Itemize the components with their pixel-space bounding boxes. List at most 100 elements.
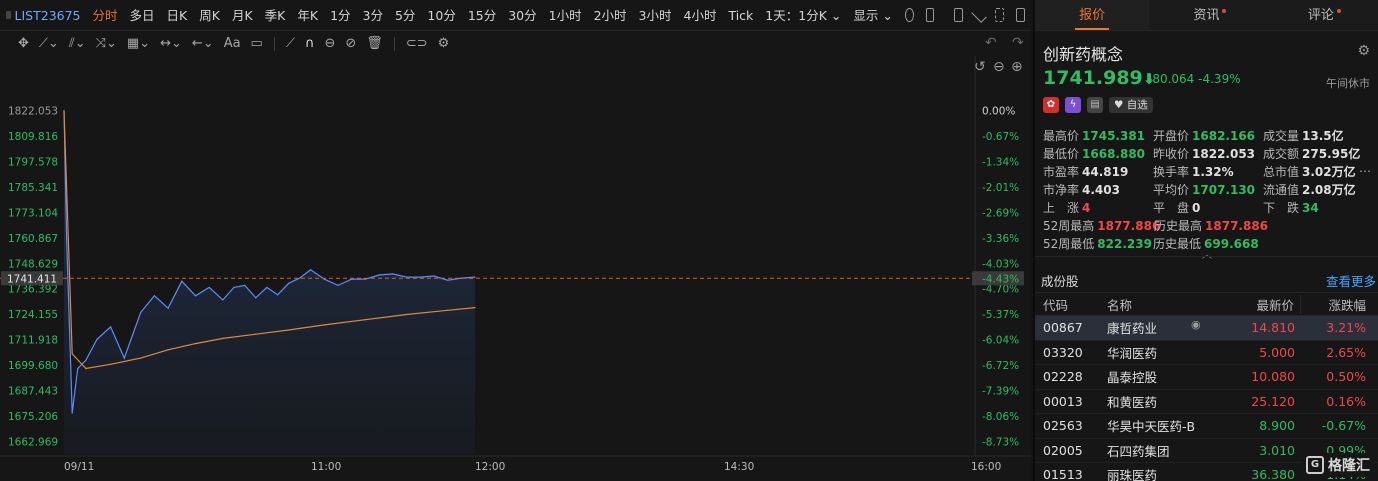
watchlist-button[interactable]: ♥ 自选 <box>1109 97 1153 113</box>
visibility-tool-icon[interactable]: ⊖ <box>324 36 335 51</box>
drawing-toolbar: ✥ ⟋⌄ ⫽⌄ ⤨⌄ ▦⌄ ↔⌄ ←⌄ Aa ▭ ⟋ ∩ ⊖ ⊘ 🗑 ⊂⊃ ⚙ <box>0 31 1031 56</box>
period-tab[interactable]: 1小时 <box>543 0 588 31</box>
link-tool-icon[interactable]: ⊂⊃ <box>406 36 428 51</box>
panel-tabs: 报价 资讯 评论 <box>1035 0 1378 31</box>
pencil-icon[interactable] <box>971 7 988 23</box>
table-row[interactable]: 02228 晶泰控股 10.080 0.50% <box>1035 365 1378 390</box>
period-tab[interactable]: 15分 <box>462 0 502 31</box>
row-price: 10.080 <box>1251 369 1295 385</box>
stat-cell <box>1263 235 1373 253</box>
range-tool-icon[interactable]: ↔⌄ <box>160 36 182 51</box>
row-name-text: 和黄医药 <box>1107 394 1158 410</box>
symbol-icon <box>6 11 11 19</box>
channel-tool-icon[interactable]: ⫽⌄ <box>69 36 86 51</box>
row-price: 36.380 <box>1251 467 1295 481</box>
price-point <box>96 338 98 340</box>
stat-key: 平 盘 <box>1153 201 1190 215</box>
stat-cell: 市净率 4.403 <box>1043 181 1153 199</box>
period-tab[interactable]: Tick <box>722 0 759 31</box>
period-tab[interactable]: 5分 <box>389 0 421 31</box>
period-tab[interactable]: 4小时 <box>678 0 723 31</box>
fib-tool-icon[interactable]: ⤨⌄ <box>96 36 117 51</box>
line-tool-icon[interactable]: ⟋⌄ <box>39 36 59 51</box>
period-tab[interactable]: 季K <box>259 0 292 31</box>
tab-1[interactable]: 资讯 <box>1149 0 1264 30</box>
stats-row: 市净率 4.403 平均价 1707.130 流通值 2.08万亿 <box>1043 181 1373 199</box>
y-tick-label: 1797.578 <box>8 157 58 169</box>
table-row[interactable]: 00867 康哲药业 ◉ 14.810 3.21% <box>1035 316 1378 341</box>
column-header[interactable]: 最新价 <box>1209 294 1301 314</box>
fullscreen-icon[interactable] <box>995 8 1005 22</box>
lightning-icon[interactable]: ϟ <box>1065 97 1081 113</box>
row-code: 02563 <box>1043 418 1083 434</box>
eye-icon[interactable]: ◉ <box>1191 318 1201 331</box>
stat-cell: 下 跌 34 <box>1263 199 1373 217</box>
table-row[interactable]: 03320 华润医药 5.000 2.65% <box>1035 341 1378 365</box>
period-tab[interactable]: 年K <box>291 0 324 31</box>
stat-value: 1668.880 <box>1082 147 1146 161</box>
avg-point <box>109 363 112 365</box>
period-tab[interactable]: 1分 <box>324 0 356 31</box>
comment-tool-icon[interactable]: ▭ <box>251 36 263 51</box>
period-tab[interactable]: 多日 <box>124 0 161 31</box>
change-pct: -4.39% <box>1198 72 1241 86</box>
period-tab[interactable]: 月K <box>226 0 259 31</box>
intraday-chart[interactable]: 1822.053 0.00% 1809.816 -0.67% 1797.578 -1.34… <box>0 56 1031 481</box>
magnet-tool-icon[interactable]: ∩ <box>305 36 315 51</box>
avg-point <box>405 313 408 316</box>
stat-value: 699.668 <box>1204 237 1259 251</box>
draw-settings-icon[interactable]: ⚙ <box>438 36 450 51</box>
stat-cell: 上 涨4 <box>1043 199 1153 217</box>
table-row[interactable]: 00013 和黄医药 25.120 0.16% <box>1035 390 1378 414</box>
delete-tool-icon[interactable]: 🗑 <box>366 36 383 51</box>
undo-icon[interactable]: ↶ <box>985 35 997 51</box>
ruler-tool-icon[interactable]: ⟋ <box>286 36 295 51</box>
camera-icon[interactable] <box>954 8 964 22</box>
period-tab[interactable]: 30分 <box>502 0 542 31</box>
display-menu[interactable]: 显示 ⌄ <box>847 0 898 31</box>
gear-icon[interactable]: ⚙ <box>1357 43 1370 59</box>
stat-value: 1682.166 <box>1192 129 1256 143</box>
stats-row: 52周最高 1877.886 历史最高 1877.886 <box>1043 217 1373 235</box>
table-row[interactable]: 02563 华昊中天医药-B 8.900 -0.67% <box>1035 414 1378 439</box>
square-icon[interactable] <box>925 8 935 22</box>
hide-tool-icon[interactable]: ⊘ <box>345 36 356 51</box>
view-more-link[interactable]: 查看更多 <box>1326 271 1376 290</box>
settings-icon[interactable] <box>904 8 914 22</box>
table-header: 代码 名称 最新价 涨跌幅 <box>1035 292 1378 316</box>
move-tool-icon[interactable]: ✥ <box>18 36 29 51</box>
y-tick-label: 1724.155 <box>8 309 58 321</box>
avg-point <box>255 333 257 335</box>
row-pct: -0.67% <box>1321 418 1366 434</box>
arrow-tool-icon[interactable]: ←⌄ <box>192 36 214 51</box>
stat-cell: 成交额 275.95亿 <box>1263 145 1373 163</box>
tab-2[interactable]: 评论 <box>1263 0 1378 30</box>
period-tab[interactable]: 日K <box>161 0 194 31</box>
redo-icon[interactable]: ↷ <box>1012 35 1024 51</box>
period-tab[interactable]: 3分 <box>357 0 389 31</box>
text-tool-icon[interactable]: Aa <box>224 36 241 51</box>
measure-tool-icon[interactable]: ▦⌄ <box>127 36 150 51</box>
price-point <box>85 359 87 361</box>
layout-icon[interactable] <box>1016 8 1025 22</box>
period-tab[interactable]: 2小时 <box>588 0 633 31</box>
stat-cell: 总市值 3.02万亿 <box>1263 163 1373 181</box>
price-point <box>433 275 435 277</box>
price-point <box>310 269 312 271</box>
interval-combo[interactable]: 1天：1分K ⌄ <box>759 0 847 31</box>
more-circle-icon[interactable]: ⋯ <box>1359 164 1371 178</box>
badge-row: ✿ ϟ ▤ ♥ 自选 <box>1043 97 1153 113</box>
period-tab[interactable]: 周K <box>193 0 226 31</box>
stat-cell: 昨收价 1822.053 <box>1153 145 1263 163</box>
price-point <box>447 279 449 281</box>
stat-value: 1745.381 <box>1082 129 1146 143</box>
tab-0[interactable]: 报价 <box>1035 0 1150 30</box>
stat-value: 1877.886 <box>1205 219 1269 233</box>
note-icon[interactable]: ▤ <box>1087 97 1103 113</box>
period-tab[interactable]: 分时 <box>87 0 124 31</box>
column-header[interactable]: 涨跌幅 <box>1301 295 1376 314</box>
period-tab[interactable]: 3小时 <box>633 0 678 31</box>
tab-label: 报价 <box>1079 8 1106 23</box>
symbol-label[interactable]: LIST23675 <box>15 0 87 31</box>
period-tab[interactable]: 10分 <box>421 0 461 31</box>
